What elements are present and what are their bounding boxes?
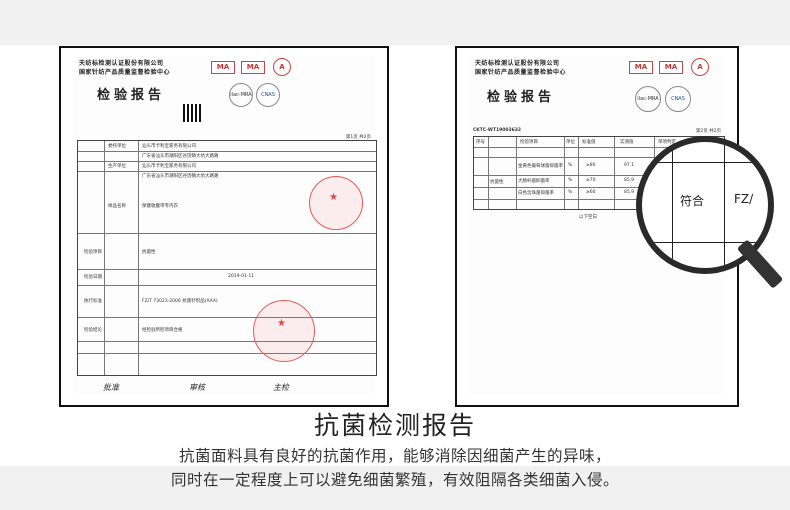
unit-cell: % [568, 190, 573, 195]
row-label: 生产单位 [108, 164, 126, 169]
row-label: 检验日期 [84, 275, 102, 280]
ilac-logo: ilac-MRA [635, 86, 661, 112]
report-title: 检验报告 [97, 88, 166, 103]
row-value: 经检验所检项目合格 [142, 328, 183, 333]
left-report-paper: 天纺标检测认证股份有限公司 国家针纺产品质量监督检验中心 检验报告 MA MA … [73, 56, 377, 395]
left-report-frame: 天纺标检测认证股份有限公司 国家针纺产品质量监督检验中心 检验报告 MA MA … [59, 46, 389, 407]
star-icon: ★ [277, 318, 286, 329]
row-value: 广东省汕头市潮阳区谷饶镇大坑大路路 [142, 174, 219, 179]
report-number: CKTC-WT19003632 [473, 128, 522, 133]
std-cell: ≥80 [586, 163, 596, 168]
cal-logo: A [273, 58, 291, 76]
row-value: 2019-01-11 [228, 274, 255, 279]
cma-logo: MA [629, 61, 653, 74]
page-info: 第2页 共2页 [695, 129, 721, 134]
cal-logo: A [691, 58, 709, 76]
row-value: 保健收腹带专内衣 [142, 204, 178, 209]
header-cell: 检验项目 [520, 140, 538, 145]
magnified-text-standard: FZ/ [734, 192, 754, 206]
row-value: 广东省汕头市潮阳区谷饶镇大坑大路路 [142, 154, 219, 159]
row-value: 汕头市卡利宝家务有限公司 [142, 164, 196, 169]
header-cell: 实测值 [620, 140, 634, 145]
org-line-2: 国家针纺产品质量监督检验中心 [475, 69, 567, 76]
row-label: 样品名称 [108, 204, 126, 209]
item-cell: 大肠杆菌抑菌率 [518, 179, 550, 184]
row-value: 抗菌性 [142, 250, 156, 255]
item-cell: 白色念珠菌抑菌率 [518, 191, 554, 196]
description-line-2: 同时在一定程度上可以避免细菌繁殖，有效阻隔各类细菌入侵。 [170, 471, 619, 489]
value-cell: 85.9 [624, 190, 635, 195]
cma-logo-2: MA [241, 61, 265, 74]
table-footer: 以下空白 [579, 215, 597, 220]
unit-cell: % [568, 178, 573, 183]
cma-logo-2: MA [659, 61, 683, 74]
row-value: 汕头市卡利宝家务有限公司 [142, 144, 196, 149]
row-label: 检验结论 [84, 328, 102, 333]
org-line-1: 天纺标检测认证股份有限公司 [79, 60, 164, 67]
cma-logo: MA [211, 61, 235, 74]
item-cell: 金黄色葡萄球菌抑菌率 [518, 164, 563, 169]
cnas-logo: CNAS [665, 86, 691, 112]
header-cell: 标准值 [582, 140, 596, 145]
magnified-text-pass: 符合 [680, 194, 705, 208]
magnifier-handle-icon [736, 239, 784, 289]
org-line-2: 国家针纺产品质量监督检验中心 [79, 69, 171, 76]
star-icon: ★ [329, 192, 338, 203]
signature-review: 审核 [189, 383, 205, 392]
std-cell: ≥70 [586, 178, 596, 183]
row-value: FZ/T 73023-2006 抗菌针织品(AAA) [142, 299, 218, 304]
header-cell: 序号 [476, 140, 485, 145]
value-cell: 85.9 [624, 178, 635, 183]
row-label: 检验项目 [84, 250, 102, 255]
row-label: 委托单位 [108, 144, 126, 149]
signature-inspector: 主检 [273, 383, 289, 392]
page-heading: 抗菌检测报告 [313, 411, 476, 440]
red-stamp-1 [309, 176, 363, 230]
org-line-1: 天纺标检测认证股份有限公司 [475, 60, 560, 67]
unit-cell: % [568, 163, 573, 168]
qr-code-icon [183, 104, 201, 122]
category-cell: 抗菌性 [490, 180, 504, 185]
description-line-1: 抗菌面料具有良好的抗菌作用，能够消除因细菌产生的异味， [178, 447, 611, 465]
header-cell: 单位 [566, 140, 575, 145]
report-title: 检验报告 [487, 90, 556, 105]
ilac-logo: ilac-MRA [229, 83, 253, 107]
signature-approve: 批准 [103, 383, 119, 392]
value-cell: 97.1 [624, 163, 635, 168]
top-band [0, 0, 790, 45]
row-label: 执行标准 [84, 299, 102, 304]
red-stamp-2 [253, 300, 315, 362]
std-cell: ≥60 [586, 190, 596, 195]
cnas-logo: CNAS [256, 83, 280, 107]
